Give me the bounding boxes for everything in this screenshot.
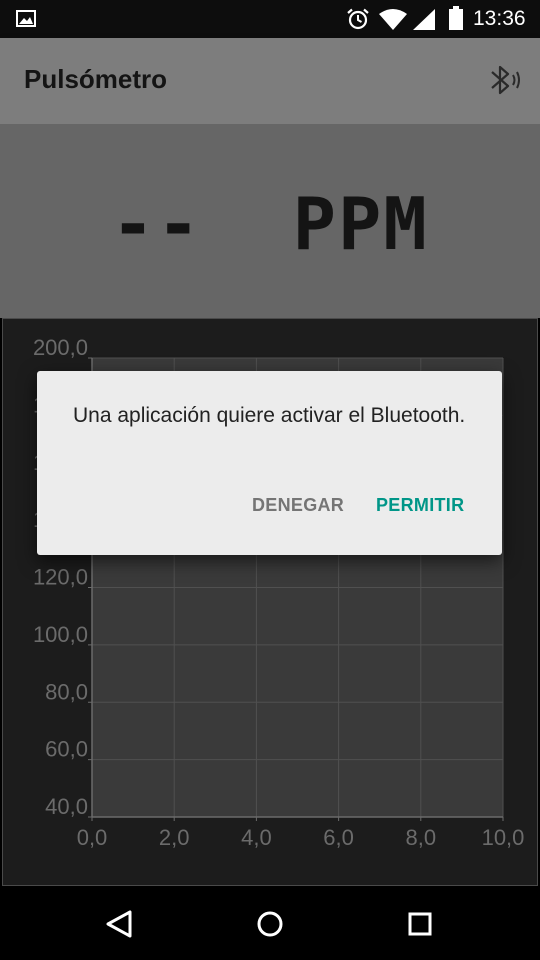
- screen: 13:36 Pulsómetro -- PPM 40,0 60,0 80,0 100,…: [0, 0, 540, 960]
- allow-button[interactable]: PERMITIR: [376, 495, 464, 516]
- navigation-bar: [0, 888, 540, 960]
- deny-button[interactable]: DENEGAR: [252, 495, 344, 516]
- signal-icon: [413, 9, 435, 30]
- gallery-icon: [16, 10, 36, 27]
- wifi-icon: [379, 9, 407, 30]
- recents-icon[interactable]: [400, 906, 440, 942]
- alarm-icon: [347, 8, 369, 30]
- status-time: 13:36: [473, 7, 526, 30]
- battery-icon: [449, 6, 463, 30]
- home-icon[interactable]: [250, 906, 290, 942]
- bluetooth-permission-dialog: Una aplicación quiere activar el Bluetoo…: [37, 371, 502, 555]
- status-bar: 13:36: [0, 0, 540, 38]
- dialog-message: Una aplicación quiere activar el Bluetoo…: [73, 404, 466, 427]
- back-icon[interactable]: [100, 906, 140, 942]
